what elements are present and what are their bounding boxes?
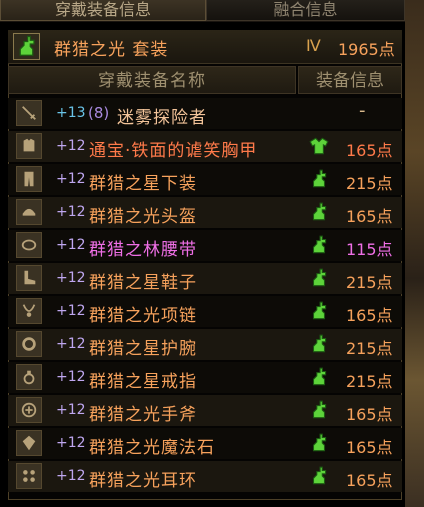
item-name[interactable]: 群猎之林腰带 (89, 235, 197, 260)
upgrade-level: +12 (56, 138, 86, 154)
list-item[interactable]: +12 群猎之星戒指 215点 (8, 362, 402, 393)
item-score: 215点 (346, 174, 393, 193)
set-level: Ⅳ (306, 36, 321, 55)
set-piece-icon (308, 366, 332, 388)
list-item[interactable]: +12 群猎之光头盔 165点 (8, 197, 402, 228)
set-piece-icon (308, 168, 332, 190)
list-item[interactable]: +12 群猎之星护腕 215点 (8, 329, 402, 360)
list-item[interactable]: +12 群猎之林腰带 115点 (8, 230, 402, 261)
set-piece-icon (308, 267, 332, 289)
item-name[interactable]: 群猎之星下装 (89, 169, 197, 194)
set-icon (13, 33, 40, 60)
item-name[interactable]: 群猎之光魔法石 (89, 433, 215, 458)
item-name[interactable]: 群猎之光手斧 (89, 400, 197, 425)
item-name[interactable]: 群猎之星护腕 (89, 334, 197, 359)
item-score: 165点 (346, 471, 393, 490)
upgrade-level: +12 (56, 270, 86, 286)
axe-icon (16, 397, 42, 423)
upgrade-level: +12 (56, 204, 86, 220)
set-piece-icon (308, 333, 332, 355)
upgrade-level: +13 (56, 105, 86, 121)
magic-stone-icon (16, 430, 42, 456)
item-score: 165点 (346, 141, 393, 160)
item-score: 165点 (346, 207, 393, 226)
item-name[interactable]: 迷雾探险者 (117, 103, 207, 128)
shoes-icon (16, 265, 42, 291)
necklace-icon (16, 298, 42, 324)
item-score: 215点 (346, 339, 393, 358)
upgrade-level: +12 (56, 402, 86, 418)
upgrade-level: +12 (56, 171, 86, 187)
item-score: 115点 (346, 240, 393, 259)
upgrade-level: +12 (56, 468, 86, 484)
chest-armor-icon (16, 133, 42, 159)
item-name[interactable]: 群猎之光耳环 (89, 466, 197, 491)
item-score: 215点 (346, 372, 393, 391)
set-piece-icon (308, 300, 332, 322)
set-piece-icon (308, 234, 332, 256)
upgrade-level: +12 (56, 336, 86, 352)
list-item[interactable]: +12 群猎之星下装 215点 (8, 164, 402, 195)
item-name[interactable]: 群猎之星戒指 (89, 367, 197, 392)
upgrade-level: +12 (56, 369, 86, 385)
tab-equipment-info[interactable]: 穿戴装备信息 (0, 0, 206, 21)
item-name[interactable]: 通宝·铁面的谑笑胸甲 (89, 136, 257, 161)
set-piece-icon (308, 432, 332, 454)
list-item[interactable]: +13 (8) 迷雾探险者 - (8, 98, 402, 129)
set-piece-icon (308, 135, 332, 157)
list-item[interactable]: +12 群猎之光手斧 165点 (8, 395, 402, 426)
table-header: 穿戴装备名称 装备信息 (8, 66, 402, 94)
list-item[interactable]: +12 群猎之星鞋子 215点 (8, 263, 402, 294)
tab-fusion-info[interactable]: 融合信息 (206, 0, 405, 21)
upgrade-level: +12 (56, 303, 86, 319)
set-score: 1965点 (338, 40, 395, 59)
pants-icon (16, 166, 42, 192)
item-badge: (8) (88, 104, 110, 122)
item-score: 215点 (346, 273, 393, 292)
background-scenery (405, 0, 424, 507)
tab-bar: 穿戴装备信息 融合信息 (0, 0, 405, 22)
item-name[interactable]: 群猎之光项链 (89, 301, 197, 326)
item-name[interactable]: 群猎之星鞋子 (89, 268, 197, 293)
bracelet-icon (16, 331, 42, 357)
set-piece-icon (308, 465, 332, 487)
set-name: 群猎之光 套装 (54, 40, 169, 60)
helmet-icon (16, 199, 42, 225)
column-header-name: 穿戴装备名称 (8, 66, 296, 94)
list-item[interactable]: +12 通宝·铁面的谑笑胸甲 165点 (8, 131, 402, 162)
ring-icon (16, 364, 42, 390)
belt-icon (16, 232, 42, 258)
set-summary-row: 群猎之光 套装 Ⅳ 1965点 (8, 30, 402, 64)
list-item[interactable]: +12 群猎之光魔法石 165点 (8, 428, 402, 459)
column-header-info: 装备信息 (298, 66, 402, 94)
set-piece-icon (308, 201, 332, 223)
item-score: 165点 (346, 405, 393, 424)
item-score: - (359, 100, 366, 121)
set-piece-icon (308, 399, 332, 421)
upgrade-level: +12 (56, 435, 86, 451)
list-item[interactable]: +12 群猎之光耳环 165点 (8, 461, 402, 492)
weapon-icon (16, 100, 42, 126)
item-score: 165点 (346, 438, 393, 457)
upgrade-level: +12 (56, 237, 86, 253)
item-score: 165点 (346, 306, 393, 325)
earring-icon (16, 463, 42, 489)
list-item[interactable]: +12 群猎之光项链 165点 (8, 296, 402, 327)
item-name[interactable]: 群猎之光头盔 (89, 202, 197, 227)
